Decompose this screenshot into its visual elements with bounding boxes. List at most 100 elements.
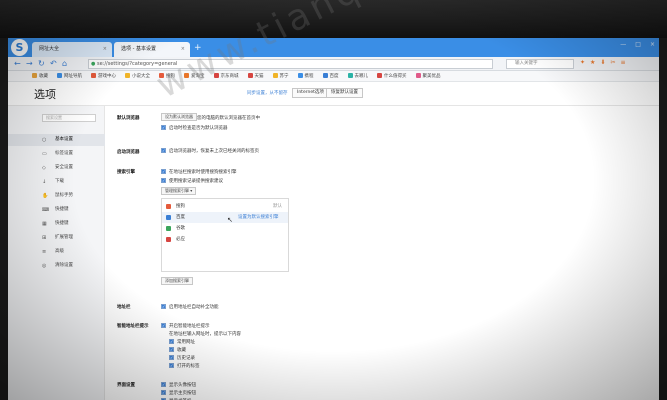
restore-defaults-button[interactable]: 恢复默认设置 [326, 88, 363, 98]
bookmark-item[interactable]: 苏宁 [272, 73, 289, 79]
maximize-icon[interactable]: □ [635, 41, 641, 48]
search-engine-checkbox-1[interactable]: ✓ 在地址栏搜索时使用搜狗搜索引擎 [161, 169, 237, 175]
back-icon[interactable]: ← [14, 59, 21, 69]
engine-icon [166, 226, 171, 231]
sidebar-item[interactable]: ⌨ 快捷键 [8, 204, 105, 216]
bookmark-icon [272, 73, 278, 78]
engine-name: 必应 [176, 237, 185, 242]
sidebar-item[interactable]: ✋ 鼠标手势 [8, 190, 105, 202]
undo-icon[interactable]: ↶ [50, 59, 57, 69]
bookmark-label: 天猫 [254, 74, 264, 79]
engine-icon [166, 204, 171, 209]
address-bar[interactable]: ● se://settings/?category=general [88, 59, 493, 69]
option-checkbox[interactable]: ✓ 显示头像按钮 [161, 382, 196, 388]
bookmark-item[interactable]: 携程 [297, 73, 314, 79]
engine-row[interactable]: 必应 [162, 234, 288, 245]
checkbox-icon: ✓ [161, 304, 166, 309]
sidebar-item[interactable]: ◇ 安全设置 [8, 162, 105, 174]
engine-icon [166, 215, 171, 220]
minimize-icon[interactable]: — [620, 41, 626, 48]
default-browser-checkbox[interactable]: ✓ 启动时检查是否为默认浏览器 [161, 125, 228, 131]
checkbox-label: 打开的标签 [177, 364, 200, 369]
sidebar-item[interactable]: ○ 基本设置 [8, 134, 105, 146]
bookmark-icon [297, 73, 303, 78]
page-title: 选项 [34, 88, 56, 101]
bookmark-label: 网址导航 [64, 74, 82, 79]
engine-list: 搜狗 默认 百度 设置为默认搜索引擎 ↖ 谷歌 必应 [161, 198, 289, 272]
engine-row[interactable]: 搜狗 默认 [162, 201, 288, 212]
bookmark-item[interactable]: 聚美优品 [415, 73, 441, 79]
engine-row[interactable]: 谷歌 [162, 223, 288, 234]
sidebar-item[interactable]: ↓ 下载 [8, 176, 105, 188]
sidebar-item[interactable]: ⊞ 扩展管理 [8, 232, 105, 244]
set-default-browser-button[interactable]: 设为默认浏览器 [161, 113, 197, 121]
bookmark-item[interactable]: 游戏中心 [91, 73, 116, 79]
cut-icon[interactable]: ✂ [610, 59, 615, 66]
search-engine-checkbox-2[interactable]: ✓ 使用搜索记录提供搜索建议 [161, 178, 223, 184]
manage-engines-dropdown[interactable]: 管理搜索引擎 ▾ [161, 187, 197, 195]
bookmark-item[interactable]: 去哪儿 [347, 73, 369, 79]
address-bar-checkbox[interactable]: ✓ 启用地址栏自动补全功能 [161, 304, 219, 310]
chevron-down-icon: ▾ [190, 188, 193, 193]
sidebar-item-label: 高级 [55, 249, 64, 254]
checkbox-icon: ✓ [169, 363, 174, 368]
sidebar-item[interactable]: ▦ 快捷键 [8, 218, 105, 230]
engine-name: 百度 [176, 215, 185, 220]
search-placeholder: 输入关键字 [515, 61, 538, 66]
set-default-engine-link[interactable]: 设置为默认搜索引擎 [238, 212, 279, 223]
smart-address-checkbox[interactable]: ✓ 开启智能地址栏提示 [161, 323, 210, 329]
bookmark-item[interactable]: 小说大全 [125, 73, 150, 79]
forward-icon[interactable]: → [26, 59, 33, 69]
checkbox-label: 显示主页按钮 [169, 391, 196, 396]
checkbox-icon: ✓ [161, 169, 166, 174]
checkbox-icon: ✓ [161, 125, 166, 130]
close-window-icon[interactable]: × [650, 41, 655, 48]
download-icon[interactable]: ⬇ [600, 59, 605, 66]
checkbox-icon: ✓ [161, 148, 166, 153]
bookmark-label: 去哪儿 [354, 74, 369, 79]
close-tab-icon[interactable]: × [103, 42, 107, 57]
menu-icon[interactable]: ≡ [620, 59, 625, 66]
sync-settings-link[interactable]: 同步设置，从不留存 [247, 90, 288, 96]
bookmark-item[interactable]: 百度 [322, 73, 339, 79]
engine-row[interactable]: 百度 设置为默认搜索引擎 ↖ [162, 212, 288, 224]
search-input[interactable]: 输入关键字 [506, 59, 574, 69]
bookmark-item[interactable]: 什么值得买 [377, 73, 407, 79]
option-checkbox[interactable]: ✓ 打开的标签 [169, 363, 200, 369]
sidebar-item[interactable]: ▭ 标签设置 [8, 148, 105, 160]
bookmark-icon [347, 73, 353, 78]
settings-content: 默认浏览器 设为默认浏览器 您的电脑的默认浏览器在首页中 ✓ 启动时检查是否为默认… [105, 106, 659, 400]
engine-name: 谷歌 [176, 226, 185, 231]
bookmark-icon [57, 73, 62, 78]
bookmark-item[interactable]: 收藏 [32, 73, 48, 79]
reload-icon[interactable]: ↻ [38, 59, 45, 69]
sidebar-item[interactable]: ≡ 高级 [8, 246, 105, 258]
bookmark-item[interactable]: 网址导航 [57, 73, 82, 79]
settings-header: 选项 同步设置，从不留存 Internet选项 恢复默认设置 [8, 82, 659, 106]
bookmark-label: 聚美优品 [422, 74, 441, 79]
navigation-bar: ← → ↻ ↶ ⌂ ● se://settings/?category=gene… [8, 57, 659, 71]
checkbox-icon: ✓ [161, 382, 166, 387]
option-checkbox[interactable]: ✓ 历史记录 [169, 355, 195, 361]
extension-icon[interactable]: ✦ [580, 59, 585, 66]
option-checkbox[interactable]: ✓ 收藏 [169, 347, 186, 353]
tab-home[interactable]: 网址大全 × [32, 42, 112, 57]
browser-logo-icon[interactable]: S [11, 39, 28, 56]
settings-search-input[interactable]: 搜索设置 [42, 114, 96, 122]
internet-options-button[interactable]: Internet选项 [292, 88, 329, 98]
home-icon[interactable]: ⌂ [62, 59, 67, 69]
startup-label: 启动浏览器 [117, 150, 140, 155]
bookmark-item[interactable]: 天猫 [247, 73, 264, 79]
option-checkbox[interactable]: ✓ 常用网址 [169, 339, 195, 345]
smart-address-label: 智能地址栏提示 [117, 324, 149, 329]
bookmarks-bar: 收藏 网址导航 游戏中心 小说大全 搜狗 爱淘宝 京东商城 天猫 苏宁 携程 百度 去哪儿 什么值得买聚… [8, 71, 659, 82]
sidebar-item-icon: ↓ [42, 179, 47, 185]
sidebar-item[interactable]: ◎ 清除设置 [8, 260, 105, 272]
toolbar-icons: ✦ ★ ⬇ ✂ ≡ [580, 59, 626, 66]
add-engine-button[interactable]: 添加搜索引擎 [161, 277, 193, 285]
option-checkbox[interactable]: ✓ 显示主页按钮 [161, 390, 196, 396]
sidebar-item-icon: ▭ [42, 151, 47, 157]
startup-checkbox[interactable]: ✓ 启动浏览器时，恢复未上次已经关闭的标签页 [161, 148, 259, 154]
checkbox-label: 使用搜索记录提供搜索建议 [169, 179, 223, 184]
favorite-icon[interactable]: ★ [590, 59, 595, 66]
